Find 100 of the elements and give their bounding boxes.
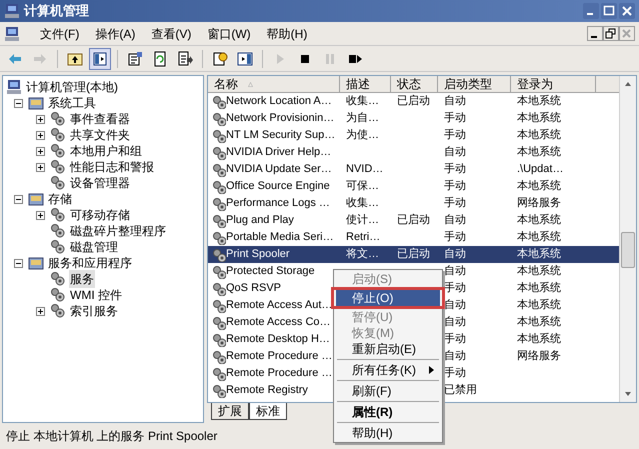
table-cell: 已启动: [397, 248, 430, 260]
menu-item[interactable]: 操作(A): [87, 24, 144, 44]
column-header[interactable]: 启动类型: [438, 76, 511, 93]
tree-item[interactable]: 磁盘碎片整理程序: [69, 222, 167, 240]
expand-toggle[interactable]: [36, 162, 45, 172]
service-name[interactable]: NVIDIA Update Ser…: [226, 161, 332, 178]
service-name[interactable]: NVIDIA Driver Help…: [226, 144, 332, 161]
table-cell: NVID…: [346, 163, 384, 176]
table-cell: 手动: [444, 282, 466, 294]
service-name[interactable]: Protected Storage: [226, 263, 315, 280]
view-tab[interactable]: 标准: [249, 403, 287, 420]
scroll-thumb[interactable]: [621, 232, 635, 268]
service-name[interactable]: Remote Procedure …: [226, 365, 332, 382]
minimize-button[interactable]: [587, 26, 603, 41]
properties-icon: [127, 50, 143, 66]
service-name[interactable]: Performance Logs …: [226, 195, 330, 212]
table-cell: 手动: [444, 163, 466, 176]
table-cell: 已启动: [397, 95, 430, 108]
service-name[interactable]: Remote Desktop H…: [226, 331, 330, 348]
tree-toggle-button[interactable]: [89, 48, 111, 70]
tree-item[interactable]: 本地用户和组: [69, 142, 143, 160]
collapse-toggle[interactable]: [14, 258, 23, 268]
column-header[interactable]: 名称 ▵: [208, 76, 340, 93]
computer-icon: [4, 3, 20, 19]
expand-toggle[interactable]: [36, 306, 45, 316]
tree-item[interactable]: 服务: [69, 270, 95, 288]
menu-item[interactable]: 窗口(W): [199, 24, 259, 44]
menu-item[interactable]: 刷新(F): [336, 383, 440, 399]
table-cell: 网络服务: [517, 197, 561, 210]
help-icon: [212, 50, 228, 66]
restore-button[interactable]: [603, 26, 619, 41]
menu-item[interactable]: 帮助(H): [336, 425, 440, 441]
service-name[interactable]: Network Location A…: [226, 93, 332, 110]
tree-item[interactable]: 系统工具: [47, 94, 97, 112]
service-name[interactable]: Remote Procedure …: [226, 348, 332, 365]
table-cell: 将文…: [346, 248, 379, 260]
table-cell: 本地系统: [517, 265, 561, 278]
status-text: 停止 本地计算机 上的服务 Print Spooler: [6, 428, 218, 445]
gear-icon: [212, 180, 226, 194]
tree-item[interactable]: 服务和应用程序: [47, 254, 133, 272]
folder-icon: [28, 191, 44, 207]
tree-item[interactable]: 共享文件夹: [69, 126, 131, 144]
gear-icon: [50, 239, 66, 255]
close-button[interactable]: [619, 3, 635, 19]
gear-icon: [212, 128, 226, 142]
collapse-toggle[interactable]: [14, 194, 23, 204]
tree-item[interactable]: 性能日志和警报: [69, 158, 155, 176]
table-cell: 手动: [444, 180, 466, 192]
table-cell: 自动: [444, 146, 466, 158]
computer-icon: [4, 26, 20, 42]
table-cell: 本地系统: [517, 146, 561, 158]
menu-item[interactable]: 帮助(H): [258, 24, 316, 44]
table-cell: 本地系统: [517, 129, 561, 142]
service-name[interactable]: NT LM Security Sup…: [226, 127, 336, 144]
gear-icon: [50, 143, 66, 159]
gear-icon: [212, 196, 226, 210]
tree-item[interactable]: WMI 控件: [69, 286, 123, 304]
service-name[interactable]: Remote Access Co…: [226, 314, 331, 331]
table-cell: 手动: [444, 231, 466, 244]
collapse-toggle[interactable]: [14, 98, 23, 108]
view-tab[interactable]: 扩展: [211, 403, 249, 420]
column-header[interactable]: 描述: [340, 76, 391, 93]
tree-item[interactable]: 事件查看器: [69, 110, 131, 128]
menu-item[interactable]: 所有任务(K): [336, 362, 440, 378]
service-name[interactable]: Remote Registry: [226, 382, 308, 399]
table-cell: 本地系统: [517, 214, 561, 226]
expand-toggle[interactable]: [36, 130, 45, 140]
service-name[interactable]: Office Source Engine: [226, 178, 330, 195]
service-name[interactable]: Remote Access Aut…: [226, 297, 332, 314]
tree-item[interactable]: 可移动存储: [69, 206, 131, 224]
column-header[interactable]: 登录为: [511, 76, 596, 93]
table-cell: Retri…: [346, 231, 380, 244]
table-cell: 网络服务: [517, 350, 561, 362]
folder-up-icon: [67, 50, 83, 66]
tree-item[interactable]: 磁盘管理: [69, 238, 119, 256]
menu-item[interactable]: 属性(R): [336, 404, 440, 420]
table-cell: 自动: [444, 95, 466, 108]
table-cell: 自动: [444, 214, 466, 226]
service-name[interactable]: Plug and Play: [226, 212, 294, 229]
expand-toggle[interactable]: [36, 114, 45, 124]
service-name[interactable]: Portable Media Seri…: [226, 229, 334, 246]
menu-item[interactable]: 重新启动(E): [336, 341, 440, 357]
gear-icon: [212, 298, 226, 312]
service-name[interactable]: QoS RSVP: [226, 280, 282, 297]
expand-toggle[interactable]: [36, 146, 45, 156]
gear-icon: [212, 384, 226, 398]
scrollbar[interactable]: [619, 76, 636, 402]
tree-item[interactable]: 索引服务: [69, 302, 119, 320]
menu-item[interactable]: 文件(F): [32, 24, 88, 44]
gear-icon: [212, 94, 226, 108]
menu-item[interactable]: 查看(V): [143, 24, 200, 44]
tree-item[interactable]: 设备管理器: [69, 174, 131, 192]
gear-icon: [212, 112, 226, 126]
column-header[interactable]: 状态: [391, 76, 438, 93]
tree-item[interactable]: 计算机管理(本地): [25, 78, 119, 96]
table-cell: 手动: [444, 112, 466, 124]
service-name[interactable]: Network Provisionin…: [226, 110, 334, 127]
tree-item[interactable]: 存储: [47, 190, 73, 208]
expand-toggle[interactable]: [36, 210, 45, 220]
maximize-button[interactable]: [601, 3, 617, 19]
